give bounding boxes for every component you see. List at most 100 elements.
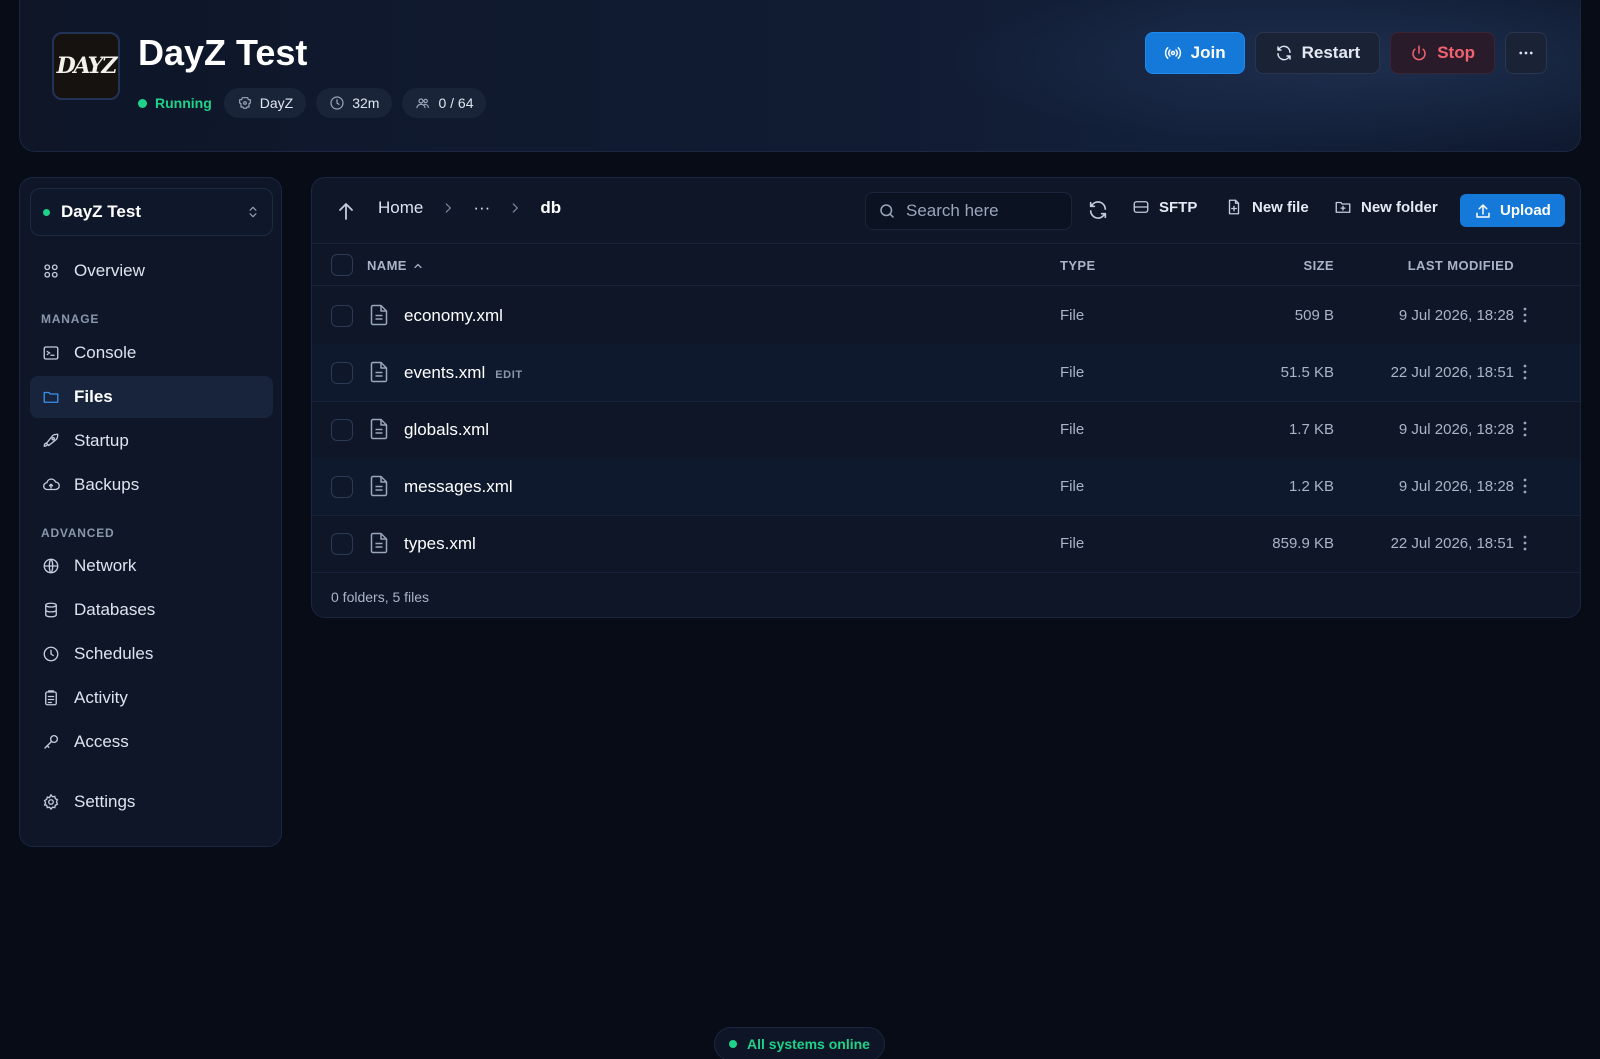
upload-button[interactable]: Upload (1460, 194, 1565, 227)
new-file-button[interactable]: New file (1225, 198, 1309, 216)
server-title: DayZ Test (138, 32, 308, 73)
search-box (865, 192, 1072, 230)
sidebar-item-files[interactable]: Files (30, 376, 273, 418)
file-name-cell[interactable]: types.xml (404, 534, 476, 554)
file-icon (369, 532, 389, 554)
row-checkbox[interactable] (331, 476, 353, 498)
more-actions-button[interactable] (1505, 32, 1547, 74)
file-icon (369, 475, 389, 497)
restart-button[interactable]: Restart (1254, 32, 1381, 74)
file-name-cell[interactable]: globals.xml (404, 420, 489, 440)
sidebar-item-activity[interactable]: Activity (30, 677, 273, 719)
key-icon (44, 734, 59, 749)
sidebar-item-console[interactable]: Console (30, 332, 273, 374)
server-logo: DAYZ (52, 32, 120, 100)
file-name: types.xml (404, 534, 476, 553)
file-icon (369, 418, 389, 440)
row-checkbox[interactable] (331, 419, 353, 441)
column-modified[interactable]: LAST MODIFIED (1408, 258, 1514, 273)
file-size: 51.5 KB (1280, 364, 1334, 381)
status-dot-icon (138, 98, 147, 108)
table-row[interactable]: economy.xml File 509 B 9 Jul 2026, 18:28 (312, 287, 1580, 345)
table-row[interactable]: messages.xml File 1.2 KB 9 Jul 2026, 18:28 (312, 458, 1580, 516)
stop-button[interactable]: Stop (1390, 32, 1495, 74)
database-icon (45, 602, 57, 618)
game-label: DayZ (259, 95, 294, 111)
sidebar-item-overview[interactable]: Overview (30, 250, 273, 292)
sidebar-item-network[interactable]: Network (30, 545, 273, 587)
breadcrumb-ellipsis[interactable]: ··· (473, 198, 490, 218)
file-type: File (1060, 364, 1085, 381)
more-vertical-icon[interactable] (1517, 477, 1533, 495)
arrow-up-icon[interactable] (334, 199, 358, 223)
file-modified: 9 Jul 2026, 18:28 (1398, 307, 1514, 324)
file-modified: 22 Jul 2026, 18:51 (1390, 364, 1514, 381)
game-chip: DayZ (223, 88, 307, 118)
chevron-up-down-icon (249, 206, 257, 218)
table-row[interactable]: events.xml EDIT File 51.5 KB 22 Jul 2026, 18… (312, 344, 1580, 402)
breadcrumb-home[interactable]: Home (378, 198, 423, 218)
cloud-upload-icon (43, 478, 60, 491)
sidebar-item-label: Settings (74, 792, 136, 811)
more-vertical-icon[interactable] (1517, 420, 1533, 438)
column-name[interactable]: NAME (367, 258, 424, 273)
server-logo-text: DAYZ (56, 53, 118, 79)
row-checkbox[interactable] (331, 362, 353, 384)
table-row[interactable]: types.xml File 859.9 KB 22 Jul 2026, 18:51 (312, 515, 1580, 573)
server-actions: Join Restart Stop (1144, 32, 1547, 74)
edit-badge[interactable]: EDIT (495, 369, 522, 381)
sidebar-item-startup[interactable]: Startup (30, 420, 273, 462)
server-header: DAYZ DayZ Test Running DayZ 32m 0 / 64 J… (19, 0, 1581, 152)
column-name-label: NAME (367, 258, 407, 273)
file-toolbar: Home ··· db SFTP New file New folder Upl… (312, 178, 1580, 244)
file-name-cell[interactable]: economy.xml (404, 306, 503, 326)
uptime-chip: 32m (316, 88, 393, 118)
file-icon (369, 361, 389, 383)
join-button[interactable]: Join (1144, 32, 1245, 74)
new-file-label: New file (1252, 198, 1309, 216)
file-type: File (1060, 307, 1085, 324)
more-vertical-icon[interactable] (1517, 363, 1533, 381)
more-vertical-icon[interactable] (1517, 306, 1533, 324)
server-selector[interactable]: DayZ Test (30, 188, 273, 236)
sftp-button[interactable]: SFTP (1132, 198, 1197, 216)
file-plus-icon (1228, 199, 1240, 215)
join-label: Join (1190, 43, 1226, 62)
refresh-icon[interactable] (1087, 199, 1109, 221)
more-vertical-icon[interactable] (1517, 534, 1533, 552)
file-name-cell[interactable]: messages.xml (404, 477, 513, 497)
sidebar-item-label: Databases (74, 600, 156, 619)
file-size: 859.9 KB (1272, 535, 1334, 552)
file-summary: 0 folders, 5 files (331, 589, 430, 605)
gear-icon (43, 793, 59, 811)
file-name-cell[interactable]: events.xml EDIT (404, 363, 523, 383)
sidebar-item-access[interactable]: Access (30, 721, 273, 763)
sidebar-item-databases[interactable]: Databases (30, 589, 273, 631)
terminal-icon (43, 346, 59, 360)
row-checkbox[interactable] (331, 305, 353, 327)
server-meta: Running DayZ 32m 0 / 64 (138, 88, 487, 118)
rocket-icon (43, 433, 59, 447)
new-folder-button[interactable]: New folder (1334, 198, 1438, 216)
file-size: 509 B (1294, 307, 1334, 324)
folder-plus-icon (1335, 201, 1351, 213)
file-name: globals.xml (404, 420, 490, 439)
breadcrumb: Home ··· db (378, 198, 561, 218)
sidebar-item-schedules[interactable]: Schedules (30, 633, 273, 675)
sidebar-item-settings[interactable]: Settings (30, 781, 273, 823)
upload-icon (1476, 203, 1490, 218)
row-checkbox[interactable] (331, 533, 353, 555)
table-row[interactable]: globals.xml File 1.7 KB 9 Jul 2026, 18:28 (312, 401, 1580, 459)
select-all-checkbox[interactable] (331, 254, 353, 276)
file-icon (369, 304, 389, 326)
column-type[interactable]: TYPE (1060, 258, 1096, 273)
search-input[interactable] (906, 201, 1056, 221)
players-icon (416, 98, 430, 109)
status-dot-icon (729, 1040, 737, 1048)
search-icon (880, 204, 894, 218)
restart-label: Restart (1301, 43, 1361, 62)
sidebar-item-label: Backups (74, 475, 140, 494)
sidebar-item-backups[interactable]: Backups (30, 464, 273, 506)
column-size[interactable]: SIZE (1304, 258, 1335, 273)
sidebar-item-label: Network (74, 556, 137, 575)
